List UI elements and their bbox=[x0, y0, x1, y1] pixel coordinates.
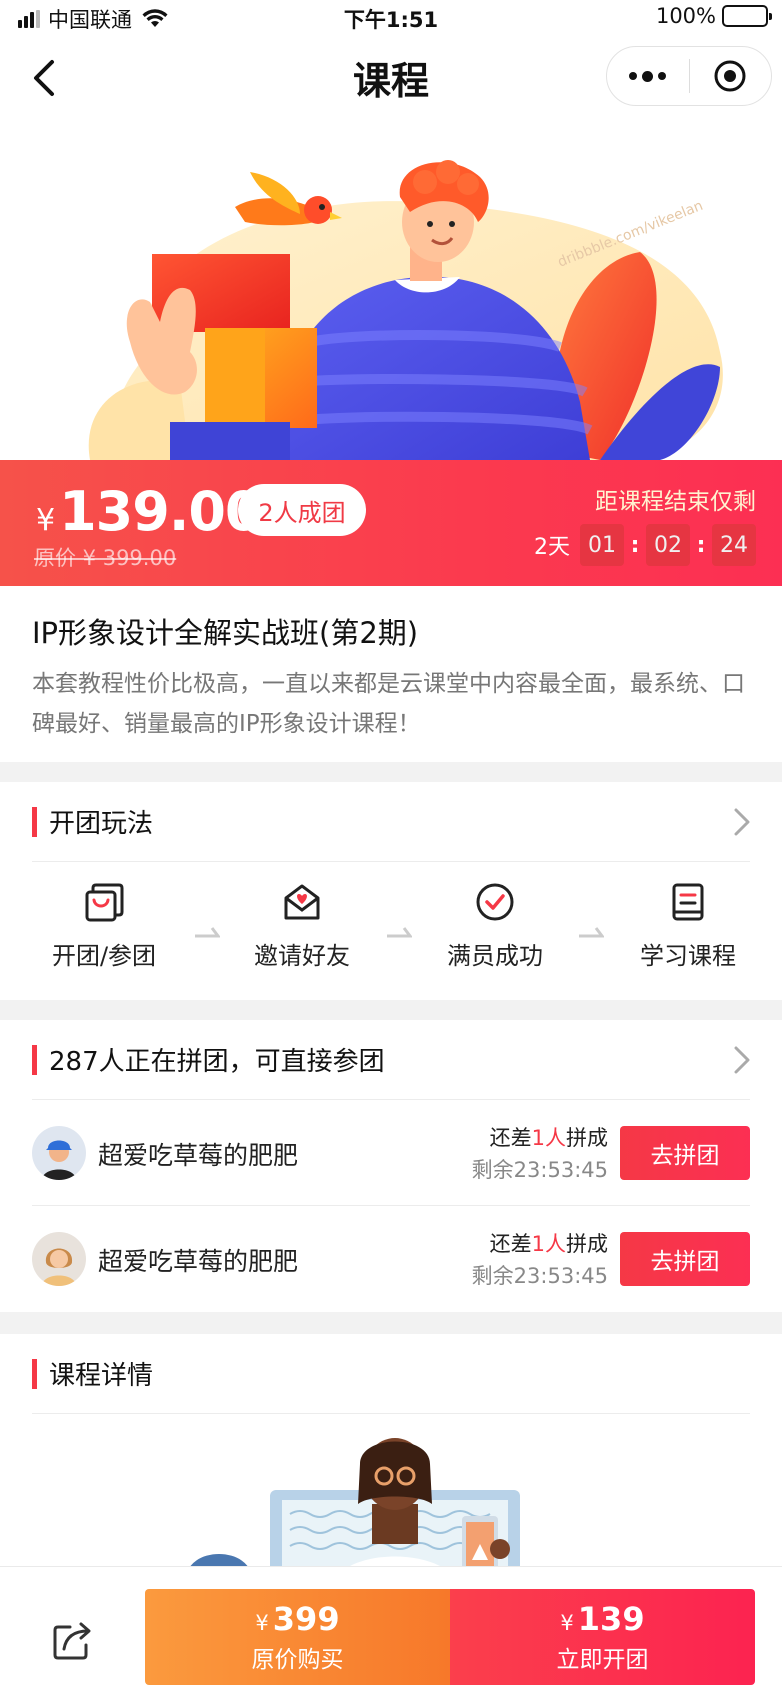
buy-original-price: ¥ 399 bbox=[255, 1600, 339, 1638]
chevron-right-icon bbox=[734, 808, 750, 836]
countdown-separator: : bbox=[630, 532, 640, 558]
countdown-separator: : bbox=[696, 532, 706, 558]
course-description: 本套教程性价比极高，一直以来都是云课堂中内容最全面，最系统、口碑最好、销量最高的… bbox=[32, 671, 745, 737]
need-count: 1人 bbox=[531, 1126, 566, 1150]
check-circle-icon bbox=[405, 882, 585, 926]
join-group-button[interactable]: 去拼团 bbox=[620, 1126, 750, 1180]
price-value: 139 bbox=[577, 1600, 645, 1638]
active-groups-header[interactable]: 287人正在拼团，可直接参团 bbox=[32, 1020, 750, 1100]
step-invite-friends: 邀请好友 bbox=[212, 862, 392, 971]
book-icon bbox=[598, 882, 778, 926]
countdown-label: 距课程结束仅剩 bbox=[595, 489, 756, 515]
status-right: 100% bbox=[655, 4, 772, 28]
join-group-button[interactable]: 去拼团 bbox=[620, 1232, 750, 1286]
group-need-text: 还差1人拼成 bbox=[490, 1122, 608, 1152]
step-label: 学习课程 bbox=[640, 942, 736, 970]
need-count: 1人 bbox=[531, 1232, 566, 1256]
currency-symbol: ¥ bbox=[560, 1611, 574, 1635]
need-prefix: 还差 bbox=[489, 1126, 532, 1150]
currency-symbol: ¥ bbox=[36, 503, 56, 538]
group-rules-section: 开团玩法 开团/参团 邀请好友 满员成功 学习课程 bbox=[0, 782, 782, 1000]
need-suffix: 拼成 bbox=[566, 1126, 608, 1150]
more-dot-icon bbox=[642, 70, 654, 82]
purchase-buttons: ¥ 399 原价购买 ¥ 139 立即开团 bbox=[145, 1589, 755, 1685]
bottom-action-bar: ¥ 399 原价购买 ¥ 139 立即开团 bbox=[0, 1566, 782, 1698]
section-title: 287人正在拼团，可直接参团 bbox=[49, 1047, 385, 1077]
active-groups-section: 287人正在拼团，可直接参团 超爱吃草莓的肥肥 还差1人拼成 剩余23:53:4… bbox=[0, 1020, 782, 1312]
nav-bar: 课程 bbox=[0, 40, 782, 152]
step-label: 满员成功 bbox=[447, 942, 543, 970]
buy-original-button[interactable]: ¥ 399 原价购买 bbox=[145, 1589, 450, 1685]
group-remaining-time: 剩余23:53:45 bbox=[471, 1264, 608, 1288]
buy-original-label: 原价购买 bbox=[251, 1647, 344, 1673]
start-group-label: 立即开团 bbox=[556, 1647, 649, 1673]
step-full-success: 满员成功 bbox=[405, 862, 585, 971]
section-title: 课程详情 bbox=[49, 1361, 154, 1391]
section-accent-bar bbox=[32, 1358, 37, 1389]
invite-envelope-icon bbox=[212, 882, 392, 926]
step-label: 开团/参团 bbox=[51, 942, 157, 970]
step-study-course: 学习课程 bbox=[598, 862, 778, 971]
mini-program-capsule bbox=[606, 46, 772, 106]
price-strip: ¥ 139.00 2人成团 原价 ¥ 399.00 距课程结束仅剩 2天 01 … bbox=[0, 460, 782, 586]
group-leader-name: 超爱吃草莓的肥肥 bbox=[98, 1141, 299, 1170]
start-group-button[interactable]: ¥ 139 立即开团 bbox=[450, 1589, 755, 1685]
countdown-hours: 01 bbox=[580, 524, 624, 566]
more-dot-icon bbox=[658, 72, 667, 80]
share-button[interactable] bbox=[50, 1619, 94, 1667]
group-row: 超爱吃草莓的肥肥 还差1人拼成 剩余23:53:45 去拼团 bbox=[32, 1206, 750, 1312]
battery-percent: 100% bbox=[655, 4, 716, 28]
more-button[interactable] bbox=[607, 46, 689, 106]
need-prefix: 还差 bbox=[489, 1232, 532, 1256]
details-illustration bbox=[190, 1438, 520, 1566]
avatar bbox=[32, 1232, 86, 1286]
bag-icon bbox=[14, 882, 194, 926]
group-row: 超爱吃草莓的肥肥 还差1人拼成 剩余23:53:45 去拼团 bbox=[32, 1100, 750, 1206]
share-icon bbox=[53, 1622, 91, 1660]
section-accent-bar bbox=[32, 806, 37, 837]
countdown-days: 2天 bbox=[534, 535, 570, 560]
course-banner: dribbble.com/vikeelan bbox=[0, 152, 782, 460]
original-price: 原价 ¥ 399.00 bbox=[34, 546, 177, 570]
section-title: 开团玩法 bbox=[49, 809, 154, 839]
group-remaining-time: 剩余23:53:45 bbox=[471, 1158, 608, 1182]
section-accent-bar bbox=[32, 1044, 37, 1075]
target-circle-icon bbox=[714, 60, 746, 92]
step-label: 邀请好友 bbox=[254, 942, 350, 970]
course-details-header: 课程详情 bbox=[32, 1334, 750, 1414]
countdown-seconds: 24 bbox=[712, 524, 756, 566]
more-dot-icon bbox=[629, 72, 638, 80]
course-details-section: 课程详情 bbox=[0, 1334, 782, 1566]
countdown-minutes: 02 bbox=[646, 524, 690, 566]
price-value: 399 bbox=[272, 1600, 340, 1638]
start-group-price: ¥ 139 bbox=[560, 1600, 644, 1638]
avatar bbox=[32, 1126, 86, 1180]
banner-illustration: dribbble.com/vikeelan bbox=[88, 160, 723, 460]
rules-steps: 开团/参团 邀请好友 满员成功 学习课程 bbox=[0, 862, 782, 1002]
close-mini-program-button[interactable] bbox=[690, 46, 772, 106]
need-suffix: 拼成 bbox=[566, 1232, 608, 1256]
step-start-join: 开团/参团 bbox=[14, 862, 194, 971]
countdown-timer: 2天 01 : 02 : 24 bbox=[534, 524, 756, 566]
group-rules-header[interactable]: 开团玩法 bbox=[32, 782, 750, 862]
course-info-card: IP形象设计全解实战班(第2期) 本套教程性价比极高，一直以来都是云课堂中内容最… bbox=[0, 586, 782, 762]
chevron-right-icon bbox=[734, 1046, 750, 1074]
course-title: IP形象设计全解实战班(第2期) bbox=[32, 616, 419, 650]
group-price: ¥ 139.00 bbox=[36, 480, 262, 543]
group-size-badge: 2人成团 bbox=[238, 484, 366, 536]
group-price-value: 139.00 bbox=[59, 480, 262, 543]
battery-icon bbox=[722, 5, 772, 27]
group-leader-name: 超爱吃草莓的肥肥 bbox=[98, 1247, 299, 1276]
group-need-text: 还差1人拼成 bbox=[490, 1228, 608, 1258]
status-bar: 中国联通 下午1:51 100% bbox=[0, 0, 782, 40]
currency-symbol: ¥ bbox=[255, 1611, 269, 1635]
